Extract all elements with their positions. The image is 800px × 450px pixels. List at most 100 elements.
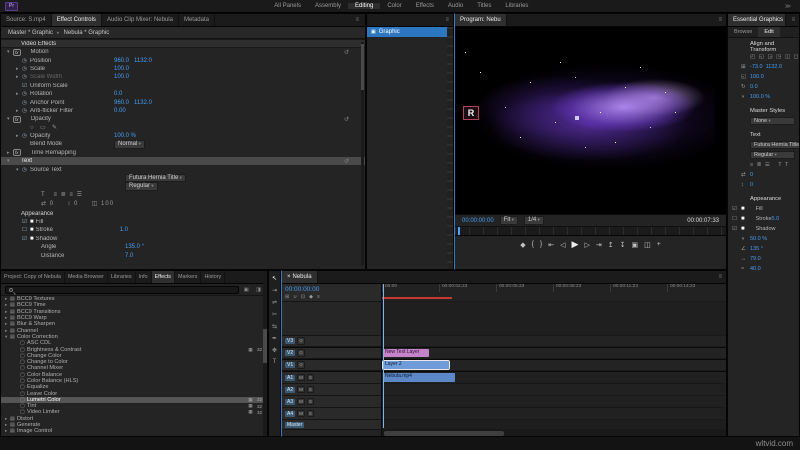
hand-tool[interactable]: ✥: [272, 347, 277, 354]
track-header[interactable]: V3 ⊙: [282, 336, 382, 347]
panel-tab[interactable]: Media Browser: [65, 271, 108, 283]
effects-tree-row[interactable]: ▾ ▤ Color Correction: [1, 334, 267, 340]
stopwatch-icon[interactable]: ☑: [22, 236, 30, 242]
track-lane[interactable]: [382, 384, 726, 396]
eg-row[interactable]: ↻ 0.0: [728, 82, 799, 92]
effect-row[interactable]: ▸ ◷ Scale 100.0: [1, 65, 365, 73]
property-value[interactable]: 135 °: [750, 246, 763, 252]
property-value[interactable]: 100.0 %: [750, 94, 770, 100]
track-label[interactable]: A3: [285, 398, 296, 405]
timeline-timecode[interactable]: 00:00:00:00: [285, 286, 319, 293]
workspace-tab[interactable]: Assembly: [308, 3, 348, 9]
extract-button[interactable]: ↧: [620, 241, 626, 249]
property-value[interactable]: 100.0 %: [114, 133, 136, 139]
effects-tree-row[interactable]: ▸ ▤ Distort: [1, 416, 267, 422]
effect-row[interactable]: ○ ▭ ✎: [1, 124, 365, 132]
effects-tree-row[interactable]: ▢ Leave Color: [1, 390, 267, 397]
effects-tree-row[interactable]: ▸ ▤ BCC9 Textures: [1, 296, 267, 302]
track-toggle-icon[interactable]: ⊙: [297, 361, 305, 369]
timeline-settings-icon[interactable]: ≡: [317, 294, 320, 300]
effect-row[interactable]: ☑ ■ Fill: [1, 218, 365, 226]
effects-tree-row[interactable]: ▢ Tint ▦ 32: [1, 403, 267, 409]
track-header[interactable]: A2 M S: [282, 384, 382, 396]
eg-row[interactable]: ◱ 100.0: [728, 72, 799, 82]
eg-row[interactable]: ☐ ■ Stroke 5.0: [728, 214, 799, 224]
effects-tree-row[interactable]: ▢ Change to Color: [1, 359, 267, 365]
scrollbar[interactable]: [263, 271, 267, 436]
track-toggle-icon[interactable]: S: [306, 397, 314, 406]
effect-row[interactable]: ◷ Anchor Point 960.0 1132.0: [1, 98, 365, 106]
playhead-marker[interactable]: [458, 227, 460, 235]
track-toggle-icon[interactable]: ⊙: [297, 349, 305, 357]
track-lane[interactable]: [382, 336, 726, 347]
track-label[interactable]: V2: [285, 350, 296, 356]
effect-row[interactable]: Appearance: [1, 209, 365, 217]
scrollbar[interactable]: [361, 42, 364, 265]
effect-row[interactable]: ▸ fx Time Remapping: [1, 149, 365, 157]
panel-menu-icon[interactable]: ≡: [787, 17, 799, 23]
property-value[interactable]: 40.0: [750, 266, 761, 272]
track-lane[interactable]: [382, 408, 726, 420]
workspace-tab[interactable]: Color: [380, 3, 408, 9]
panel-menu-icon[interactable]: ≡: [351, 17, 363, 23]
effect-row[interactable]: ◷ Position 960.0 1132.0: [1, 56, 365, 64]
fx-badge-icon[interactable]: fx: [13, 48, 21, 56]
track-toggle-icon[interactable]: ⊙: [297, 337, 305, 345]
play-button[interactable]: ▶: [572, 239, 579, 250]
property-value[interactable]: 7.0: [125, 253, 133, 259]
effect-row[interactable]: ▸ ◷ Anti-flicker Filter 0.00: [1, 107, 365, 115]
property-value[interactable]: 0.0: [750, 84, 758, 90]
stopwatch-icon[interactable]: ◷: [22, 91, 30, 97]
effect-row[interactable]: ▾ fx Motion ↺: [1, 48, 365, 56]
panel-tab[interactable]: Effect Controls: [51, 14, 102, 26]
track-label[interactable]: V3: [285, 338, 296, 344]
track-lane[interactable]: [382, 396, 726, 408]
color-swatch[interactable]: ■: [741, 226, 745, 232]
effects-tree-row[interactable]: ▸ ▤ Image Control: [1, 428, 267, 434]
panel-tab[interactable]: Effects: [151, 271, 175, 283]
reset-icon[interactable]: ↺: [344, 49, 349, 56]
effects-tree-row[interactable]: ▢ Equalize: [1, 384, 267, 390]
track-lane[interactable]: New Text Layer: [382, 348, 726, 359]
fx-badge-icon[interactable]: fx: [13, 115, 21, 123]
effects-tree-row[interactable]: ▸ ▤ BCC9 Time: [1, 302, 267, 308]
lift-button[interactable]: ↥: [608, 241, 614, 249]
new-custom-bin-icon[interactable]: ▣: [242, 287, 251, 293]
color-swatch[interactable]: ■: [741, 206, 745, 212]
playback-resolution-dropdown[interactable]: 1/4: [523, 216, 544, 225]
snap-icon[interactable]: ∪: [293, 294, 297, 300]
close-icon[interactable]: ×: [287, 274, 291, 280]
eg-row[interactable]: ≈ 40.0: [728, 264, 799, 274]
effects-tree-row[interactable]: ▢ Lumetri Color ▦ 32: [1, 396, 267, 404]
property-value[interactable]: 5.0: [772, 216, 780, 222]
dropdown[interactable]: Futura Hernia Title: [750, 140, 799, 150]
eg-row[interactable]: ⇄ 0: [728, 170, 799, 180]
track-toggle-icon[interactable]: M: [297, 409, 305, 418]
search-input[interactable]: [5, 285, 239, 294]
track-select-tool[interactable]: ⇥: [272, 287, 277, 294]
checkbox-icon[interactable]: ☑: [732, 206, 741, 212]
effects-tree-row[interactable]: ▢ Channel Mixer: [1, 365, 267, 371]
effect-row[interactable]: Video Effects: [1, 39, 365, 48]
dropdown[interactable]: Regular: [125, 182, 158, 191]
track-label[interactable]: A4: [285, 410, 296, 417]
timeline-clip[interactable]: Layer 2: [382, 360, 450, 370]
track-label[interactable]: A2: [285, 386, 296, 393]
playhead[interactable]: [383, 284, 384, 428]
sequence-clip-label[interactable]: Nebula * Graphic: [64, 30, 110, 36]
workspace-tab[interactable]: Editing: [347, 3, 381, 9]
panel-tab[interactable]: Source: S.mp4: [1, 14, 52, 26]
new-preset-icon[interactable]: ◨: [254, 287, 263, 293]
step-forward-button[interactable]: ▷: [584, 241, 589, 249]
effects-tree-row[interactable]: ▸ ▤ Channel: [1, 327, 267, 334]
property-value[interactable]: 0.0: [114, 91, 122, 97]
panel-menu-icon[interactable]: ≡: [714, 17, 726, 23]
checkbox-icon[interactable]: ☑: [732, 226, 741, 232]
stopwatch-icon[interactable]: ☑: [22, 219, 30, 225]
program-scrub-bar[interactable]: [455, 227, 726, 236]
timeline-clip[interactable]: Nebula.mp4: [383, 373, 455, 382]
panel-tab[interactable]: Markers: [175, 271, 202, 283]
master-clip-label[interactable]: Master * Graphic: [8, 30, 53, 36]
effect-row[interactable]: ☑ ■ Shadow: [1, 235, 365, 243]
eg-row[interactable]: ◑ 100.0 %: [728, 92, 799, 102]
